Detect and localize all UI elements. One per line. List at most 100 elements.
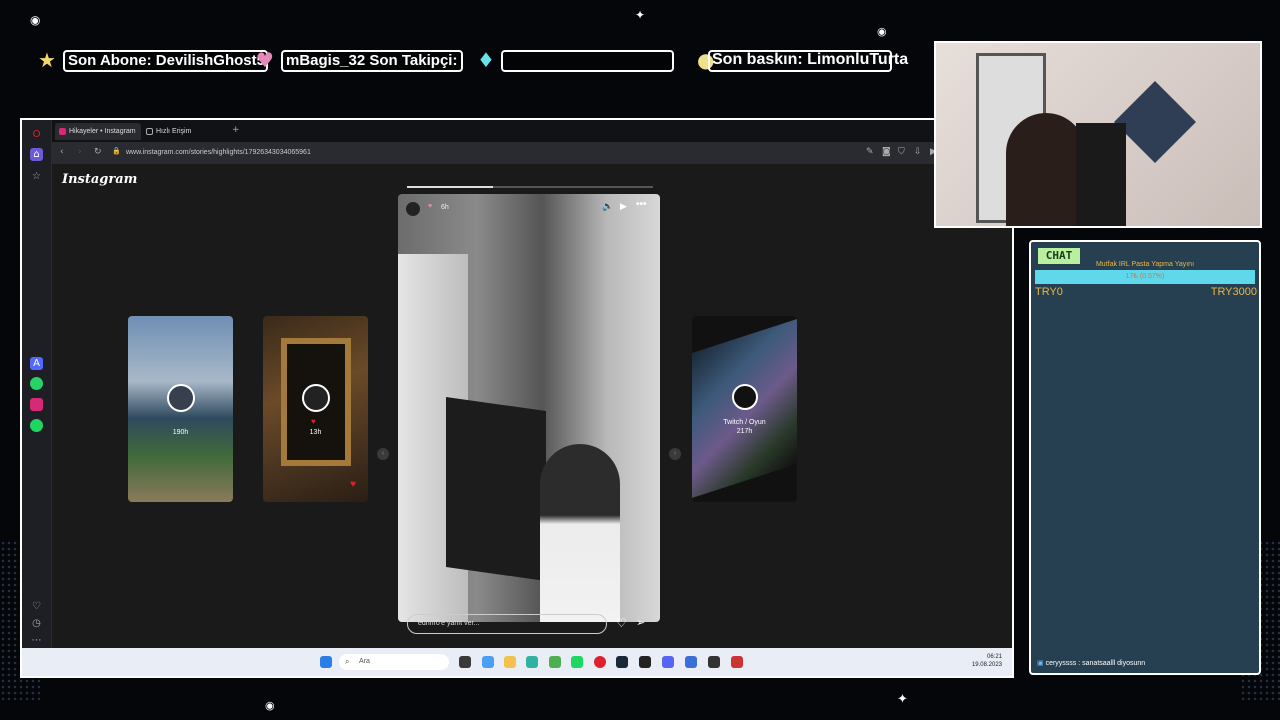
opera-sidebar: O ⌂ ☆ A ♡ ◷ ⋯	[22, 120, 52, 650]
obs-icon[interactable]	[639, 656, 651, 668]
search-icon: ⌕	[345, 657, 350, 666]
previous-story-arrow[interactable]: ‹	[377, 448, 389, 460]
aria-icon[interactable]: A	[30, 357, 43, 370]
send-icon[interactable]: ➢	[636, 616, 645, 629]
last-follower-text: mBagis_32 Son Takipçi: D	[286, 52, 463, 69]
play-icon[interactable]: ▶	[620, 201, 627, 212]
last-subscriber-ticker: Son Abone: DevilishGhost59	[63, 50, 268, 72]
opera-icon[interactable]	[594, 656, 606, 668]
copilot-icon[interactable]	[482, 656, 494, 668]
instagram-logo[interactable]: Instagram	[62, 172, 137, 187]
chat-message-text: ceryyssss : sanatsaalll diyosunn	[1045, 660, 1146, 667]
tab-instagram-stories[interactable]: Hikayeler • Instagram	[55, 123, 141, 140]
instagram-favicon	[59, 128, 66, 135]
shield-icon[interactable]: ⛉	[898, 147, 905, 157]
empty-ticker	[501, 50, 674, 72]
story-card[interactable]: Twitch / Oyun 217h	[692, 316, 797, 502]
address-bar: ‹ › ↻ 🔒 www.instagram.com/stories/highli…	[52, 142, 1012, 164]
search-label: Ara	[359, 658, 370, 665]
file-explorer-icon[interactable]	[459, 656, 471, 668]
more-icon[interactable]: ⋯	[30, 634, 43, 647]
sparkle-icon: ◉	[877, 25, 887, 38]
volume-icon[interactable]: 🔈	[602, 201, 613, 212]
streamer	[1006, 113, 1086, 226]
like-icon[interactable]: ♡	[616, 616, 627, 630]
more-options-icon[interactable]: •••	[636, 199, 647, 210]
avatar	[166, 384, 195, 412]
reply-input[interactable]: ednnr0'e yanıt ver...	[407, 614, 607, 634]
sparkle-icon: ✦	[635, 8, 646, 22]
heart-icon: ♥	[350, 479, 356, 490]
spotify-icon[interactable]	[571, 656, 583, 668]
new-tab-button[interactable]: +	[232, 125, 240, 135]
chat-message: ▣ ceryyssss : sanatsaalll diyosunn	[1037, 659, 1145, 667]
opera-icon[interactable]: O	[30, 128, 43, 141]
gaming-chair	[1076, 123, 1126, 226]
story-card[interactable]: ♥ 13h ♥	[263, 316, 368, 502]
bookmark-icon[interactable]: ☆	[30, 170, 43, 183]
story-progress-fill	[407, 186, 494, 188]
story-time: 190h	[172, 429, 189, 436]
instagram-page: Instagram 190h ♥ 13h ♥ ‹ ♥ 6h 🔈 ▶ ••• ed…	[52, 164, 1012, 648]
tab-label: Hızlı Erişim	[156, 128, 192, 135]
app-icon[interactable]	[708, 656, 720, 668]
last-follower-ticker: mBagis_32 Son Takipçi: D	[281, 50, 463, 72]
url-field[interactable]: www.instagram.com/stories/highlights/179…	[126, 146, 311, 160]
story-time: 217h	[736, 428, 753, 435]
story-card[interactable]: 190h	[128, 316, 233, 502]
taskbar-search[interactable]: ⌕ Ara	[339, 654, 449, 670]
avatar	[406, 202, 420, 216]
back-icon[interactable]: ‹	[60, 147, 64, 157]
goal-max: TRY3000	[1210, 286, 1257, 298]
main-story[interactable]: ♥ 6h 🔈 ▶ •••	[398, 194, 660, 622]
windows-start-icon[interactable]	[320, 656, 332, 668]
clock-date: 19.08.2023	[971, 662, 1002, 668]
next-story-arrow[interactable]: ›	[669, 448, 681, 460]
sparkle-icon: ✦	[897, 692, 908, 707]
home-icon[interactable]: ⌂	[30, 148, 43, 161]
chat-panel: CHAT Mutfak IRL Pasta Yapma Yayını 17₺ (…	[1029, 240, 1261, 675]
last-subscriber-text: Son Abone: DevilishGhost59	[68, 52, 268, 69]
person	[540, 444, 620, 622]
last-raid-frame	[708, 50, 892, 72]
camera-icon[interactable]: ◙	[882, 147, 891, 157]
browser-window: O ⌂ ☆ A ♡ ◷ ⋯ Hikayeler • Instagram Hızl…	[20, 118, 1014, 678]
steam-icon[interactable]	[616, 656, 628, 668]
story-progress-bar	[407, 186, 653, 188]
story-label: Twitch / Oyun	[723, 419, 766, 426]
system-clock[interactable]: 06:21 19.08.2023	[972, 653, 1002, 669]
canvas-board	[446, 396, 546, 582]
instagram-icon[interactable]	[30, 398, 43, 411]
whatsapp-icon[interactable]	[30, 377, 43, 390]
heart-icon[interactable]: ♡	[30, 600, 43, 613]
tab-bar: Hikayeler • Instagram Hızlı Erişim +	[52, 120, 1012, 142]
app-icon[interactable]	[685, 656, 697, 668]
grid-icon	[146, 128, 153, 135]
download-icon[interactable]: ⇩	[914, 147, 922, 157]
clock-time: 06:21	[986, 654, 1002, 660]
webcam-feed	[934, 41, 1262, 228]
lock-icon: 🔒	[112, 147, 121, 155]
avatar	[301, 384, 330, 412]
history-icon[interactable]: ◷	[30, 617, 43, 630]
forward-icon[interactable]: ›	[78, 147, 82, 157]
tab-label: Hikayeler • Instagram	[69, 128, 136, 135]
folder-icon[interactable]	[504, 656, 516, 668]
spotify-icon[interactable]	[30, 419, 43, 432]
discord-icon[interactable]	[662, 656, 674, 668]
story-time: 13h	[309, 429, 322, 436]
pencil-icon[interactable]: ✎	[866, 147, 874, 157]
chrome-icon[interactable]	[549, 656, 561, 668]
heart-icon: ♥	[311, 417, 316, 426]
tab-speed-dial[interactable]: Hızlı Erişim	[142, 123, 222, 140]
heart-icon: ♥	[256, 48, 274, 72]
diamond-icon: ♦	[477, 48, 495, 72]
heart-icon: ♥	[428, 203, 433, 210]
edge-icon[interactable]	[526, 656, 538, 668]
goal-min: TRY0	[1035, 286, 1063, 298]
app-icon[interactable]	[731, 656, 743, 668]
star-icon: ★	[38, 48, 56, 72]
reload-icon[interactable]: ↻	[94, 147, 102, 157]
donation-goal-bar: 17₺ (0.57%)	[1035, 270, 1255, 284]
sparkle-icon: ◉	[30, 13, 41, 27]
